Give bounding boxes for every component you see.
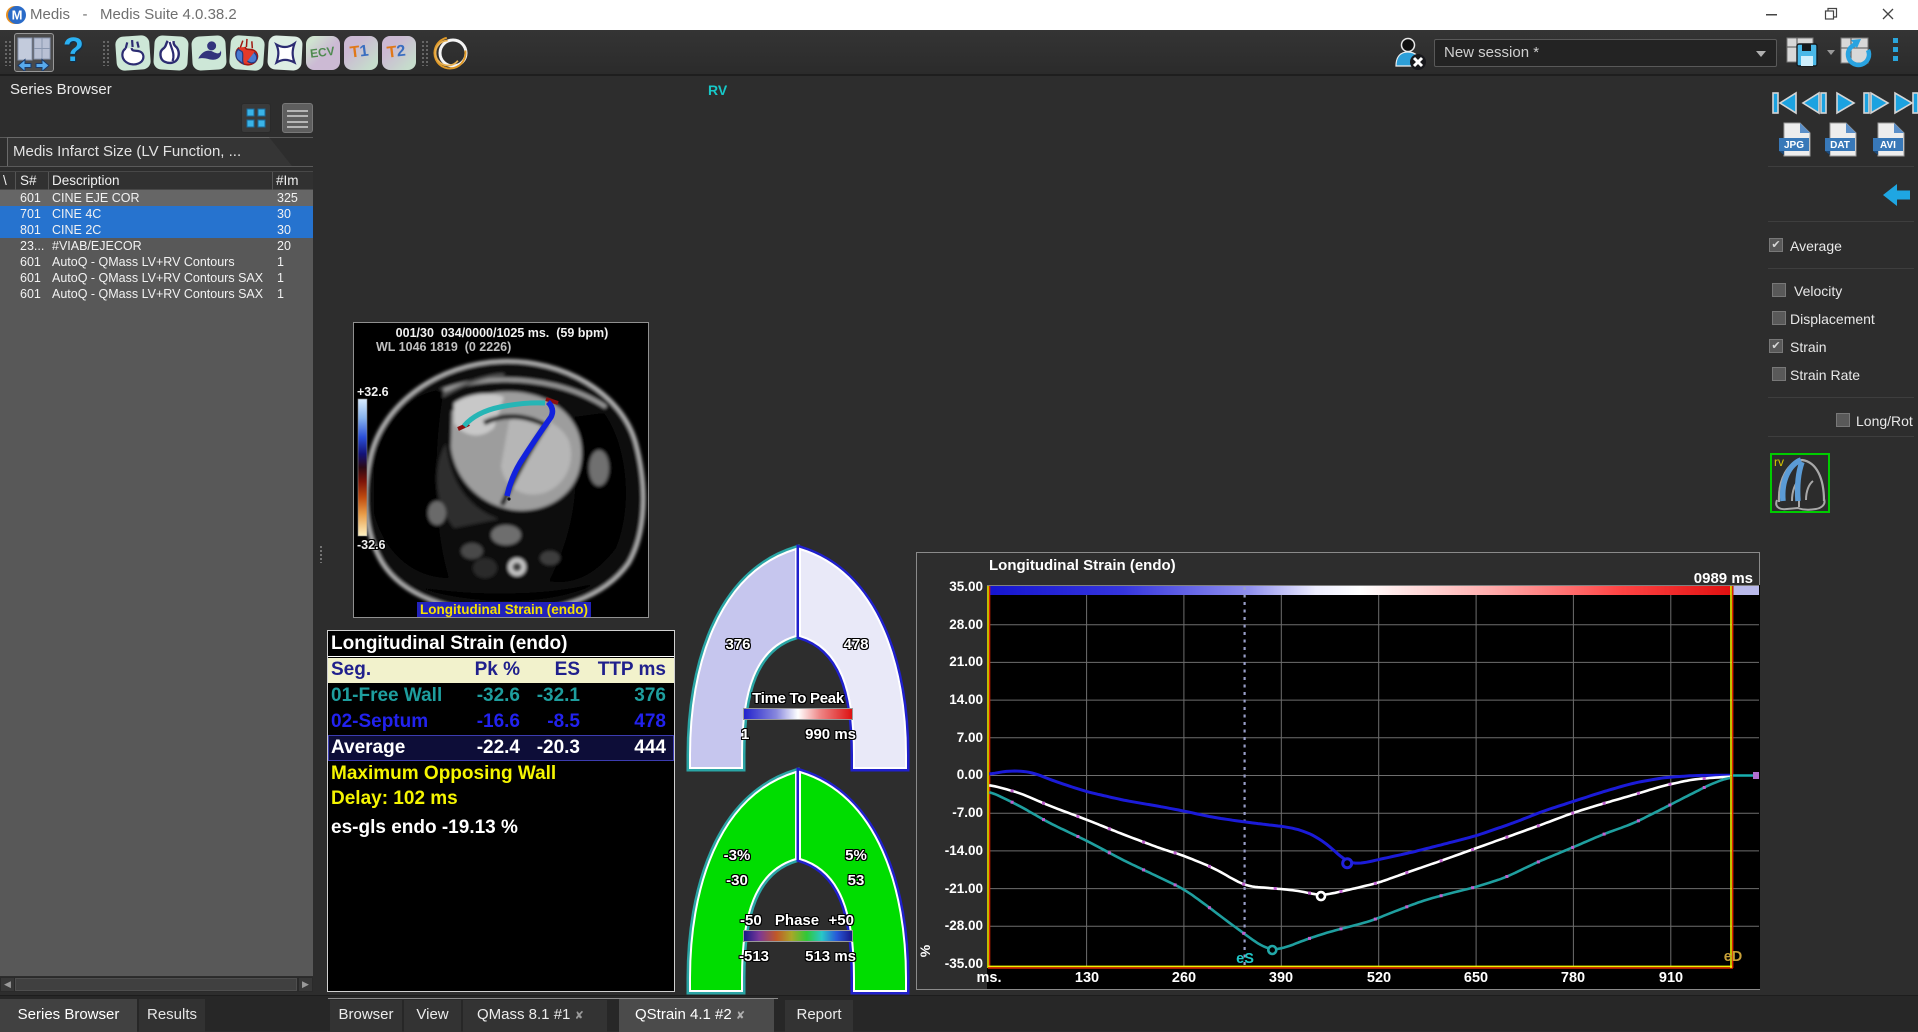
svg-text:AVI: AVI <box>1880 140 1896 151</box>
svg-text:JPG: JPG <box>1784 140 1804 151</box>
svg-text:DAT: DAT <box>1830 140 1850 151</box>
svg-text:M: M <box>12 8 23 23</box>
